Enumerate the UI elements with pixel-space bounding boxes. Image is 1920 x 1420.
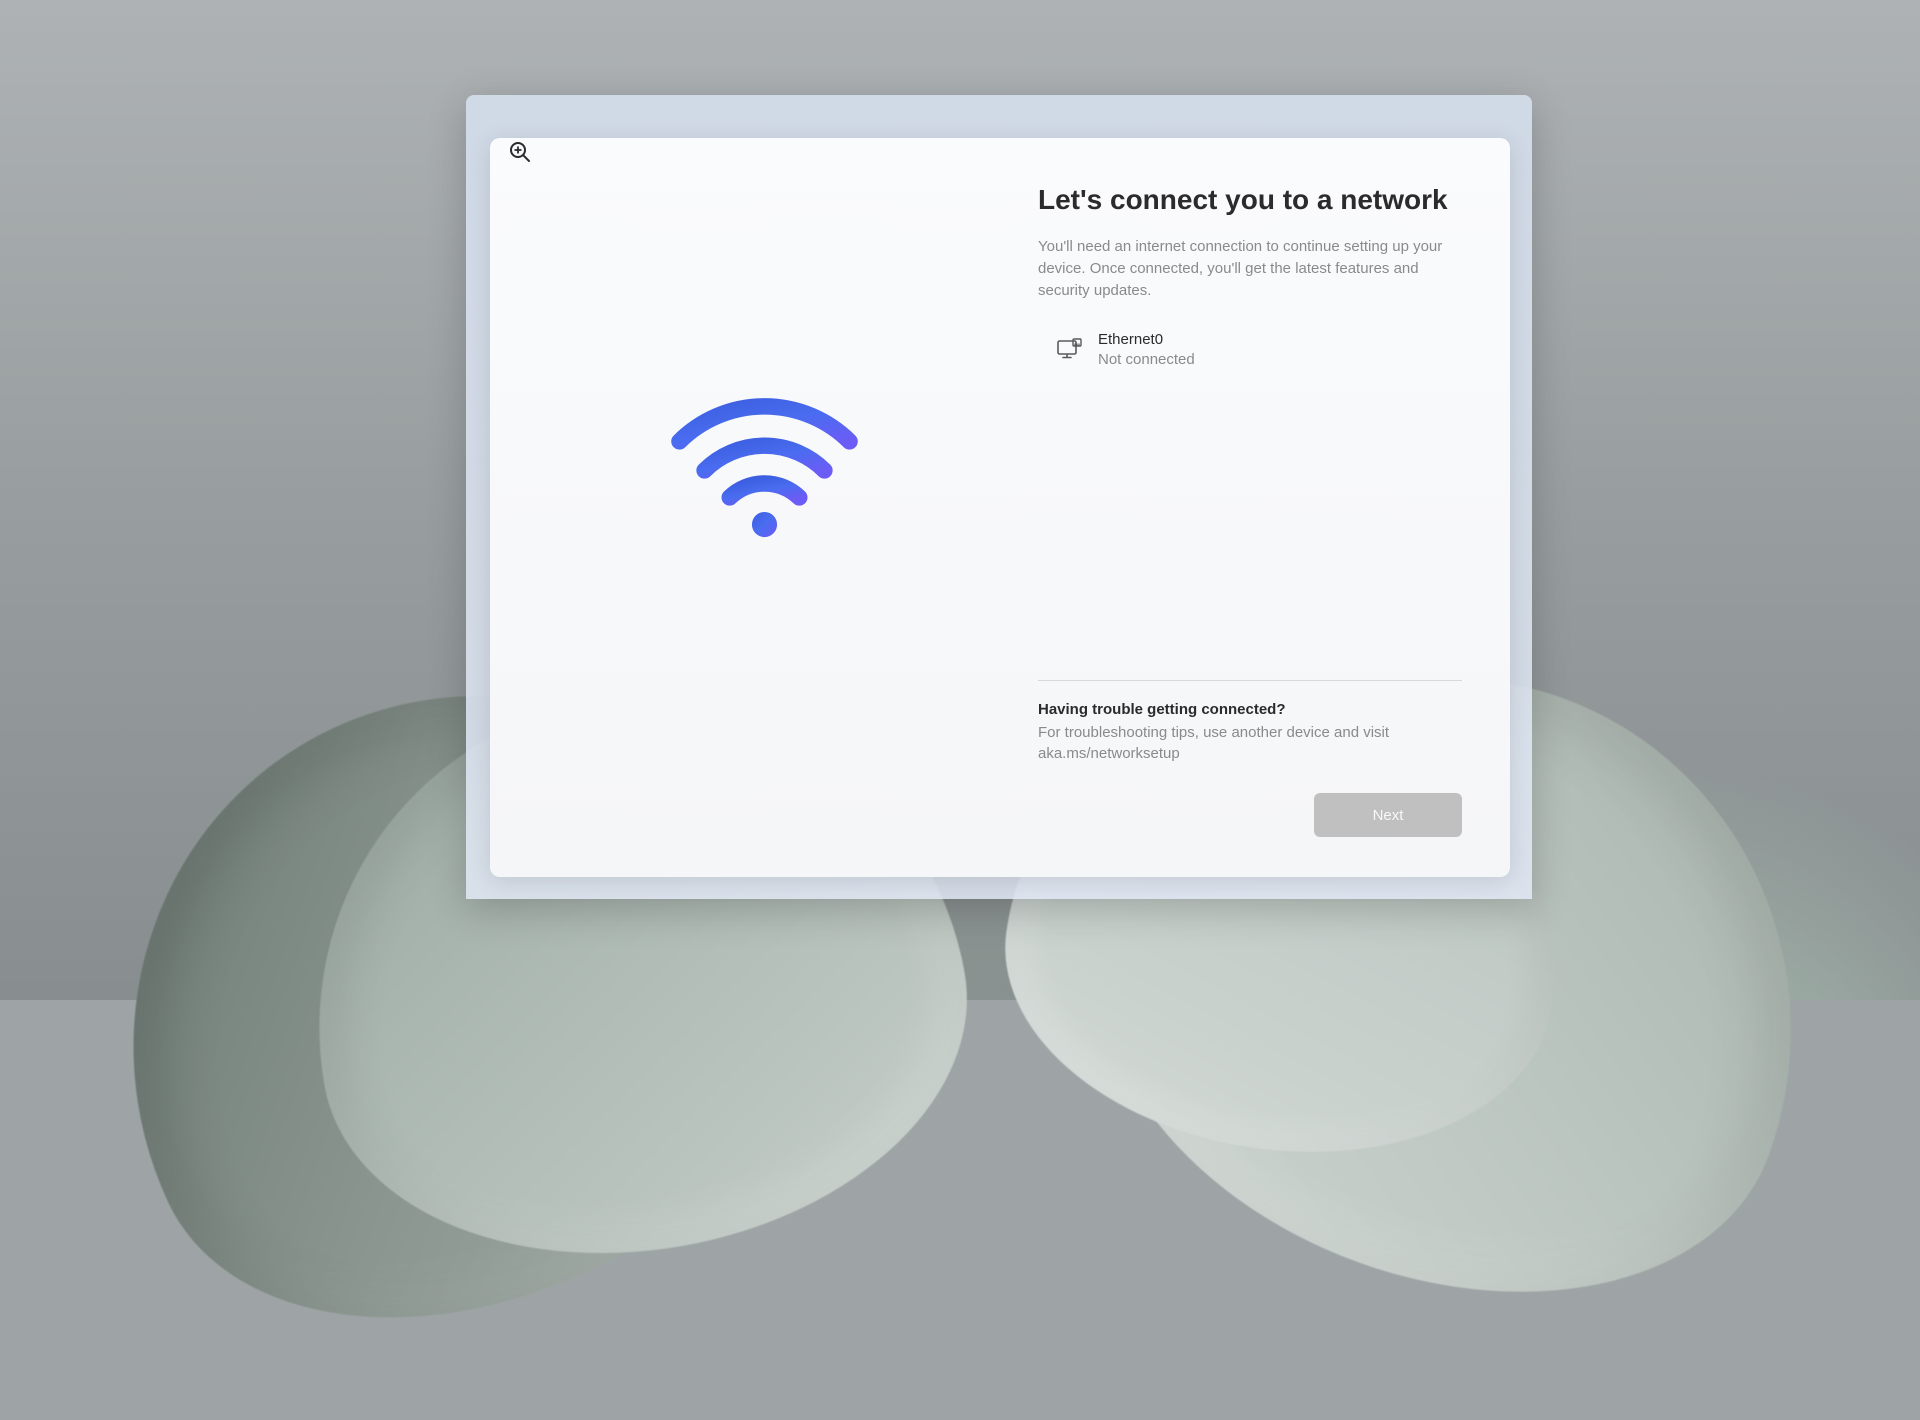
button-row: Next xyxy=(1038,793,1462,837)
help-text: For troubleshooting tips, use another de… xyxy=(1038,722,1462,766)
network-text: Ethernet0 Not connected xyxy=(1098,330,1195,371)
page-description: You'll need an internet connection to co… xyxy=(1038,236,1462,301)
magnifier-icon[interactable] xyxy=(508,140,532,164)
wifi-icon xyxy=(667,395,862,540)
network-name: Ethernet0 xyxy=(1098,330,1195,350)
network-status: Not connected xyxy=(1098,350,1195,370)
network-setup-dialog: Let's connect you to a network You'll ne… xyxy=(490,138,1510,877)
illustration-pane xyxy=(490,138,1038,877)
page-title: Let's connect you to a network xyxy=(1038,182,1462,218)
next-button[interactable]: Next xyxy=(1314,793,1462,837)
content-pane: Let's connect you to a network You'll ne… xyxy=(1038,138,1510,877)
help-title: Having trouble getting connected? xyxy=(1038,701,1462,718)
ethernet-icon xyxy=(1056,337,1082,363)
help-section: Having trouble getting connected? For tr… xyxy=(1038,680,1462,766)
network-item-ethernet0[interactable]: Ethernet0 Not connected xyxy=(1038,326,1462,375)
